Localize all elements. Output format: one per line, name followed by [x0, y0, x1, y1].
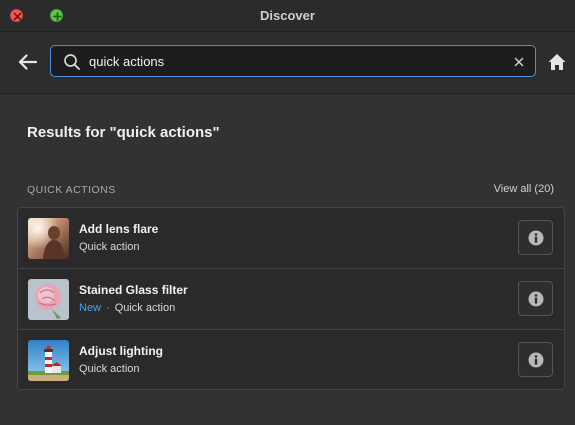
- view-all-link[interactable]: View all (20): [494, 183, 554, 195]
- result-meta: Quick action: [79, 363, 140, 375]
- results-title: Results for "quick actions": [27, 124, 220, 141]
- discover-window: Discover Results for: [0, 0, 575, 425]
- result-type: Quick action: [79, 363, 140, 375]
- clear-icon: [514, 57, 524, 67]
- clear-search-button[interactable]: [513, 55, 525, 67]
- info-icon: [528, 291, 544, 307]
- search-header: [0, 32, 575, 94]
- results-list: Add lens flare Quick action Stained Glas…: [17, 207, 565, 390]
- new-badge: New: [79, 302, 102, 314]
- result-meta: New · Quick action: [79, 302, 175, 314]
- thumbnail-lighthouse: [28, 340, 69, 381]
- home-icon: [548, 54, 566, 70]
- result-name: Adjust lighting: [79, 344, 163, 358]
- result-type: Quick action: [114, 302, 176, 314]
- section-label-quick-actions: QUICK ACTIONS: [27, 184, 116, 196]
- search-box[interactable]: [50, 45, 536, 77]
- result-row-adjust-lighting[interactable]: Adjust lighting Quick action: [18, 330, 564, 389]
- search-input[interactable]: [89, 51, 489, 71]
- result-meta: Quick action: [79, 241, 140, 253]
- result-row-add-lens-flare[interactable]: Add lens flare Quick action: [18, 208, 564, 269]
- result-type: Quick action: [79, 241, 140, 253]
- info-icon: [528, 352, 544, 368]
- back-arrow-icon: [18, 54, 38, 70]
- home-button[interactable]: [547, 52, 567, 72]
- title-bar: Discover: [0, 0, 575, 32]
- result-name: Stained Glass filter: [79, 283, 188, 297]
- info-button-stained-glass-filter[interactable]: [518, 281, 553, 316]
- window-title: Discover: [260, 8, 315, 23]
- result-name: Add lens flare: [79, 222, 159, 236]
- search-icon: [64, 54, 80, 70]
- info-icon: [528, 230, 544, 246]
- thumbnail-lens-flare: [28, 218, 69, 259]
- separator-dot: ·: [106, 302, 110, 314]
- result-row-stained-glass-filter[interactable]: Stained Glass filter New · Quick action: [18, 269, 564, 330]
- thumbnail-stained-glass: [28, 279, 69, 320]
- info-button-add-lens-flare[interactable]: [518, 220, 553, 255]
- back-button[interactable]: [16, 51, 40, 73]
- info-button-adjust-lighting[interactable]: [518, 342, 553, 377]
